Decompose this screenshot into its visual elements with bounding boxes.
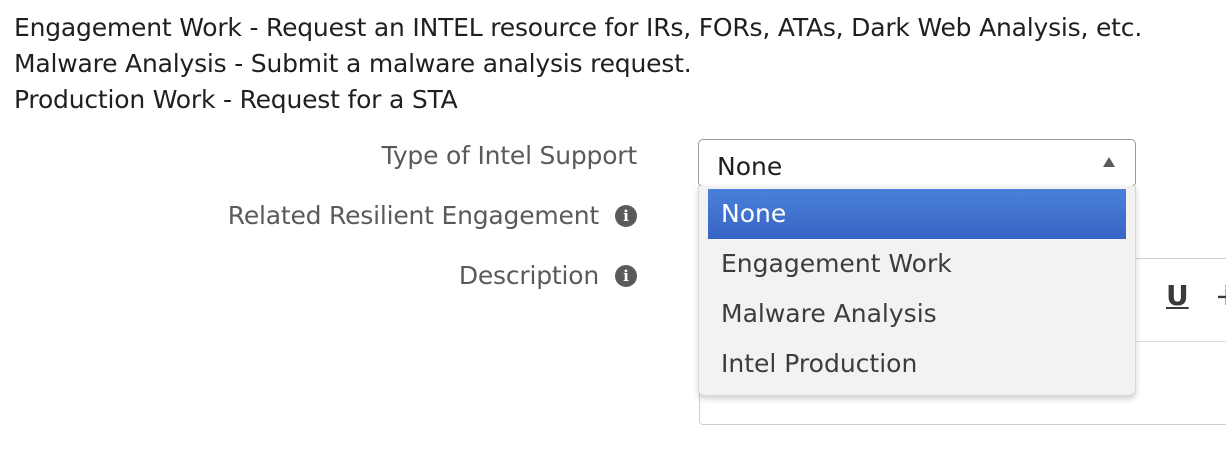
select-current-value: None — [717, 152, 783, 181]
underline-icon[interactable]: U — [1166, 279, 1189, 312]
related-resilient-engagement-label: Related Resilient Engagement — [227, 201, 599, 230]
type-of-intel-support-select[interactable]: None — [698, 139, 1136, 187]
description-label: Description — [458, 261, 599, 290]
form-instructions: Engagement Work - Request an INTEL resou… — [14, 10, 1142, 118]
dropdown-option-none[interactable]: None — [708, 189, 1126, 239]
info-icon[interactable]: i — [615, 265, 637, 287]
dropdown-option-malware-analysis[interactable]: Malware Analysis — [708, 289, 1126, 339]
instruction-malware-analysis: Malware Analysis - Submit a malware anal… — [14, 49, 692, 78]
dropdown-option-intel-production[interactable]: Intel Production — [708, 339, 1126, 389]
strikethrough-icon[interactable]: ∔ — [1215, 279, 1226, 312]
instruction-production-work: Production Work - Request for a STA — [14, 85, 458, 114]
info-icon[interactable]: i — [615, 205, 637, 227]
type-of-intel-support-dropdown: None Engagement Work Malware Analysis In… — [698, 186, 1136, 396]
instruction-engagement-work: Engagement Work - Request an INTEL resou… — [14, 13, 1143, 42]
type-of-intel-support-label: Type of Intel Support — [381, 141, 638, 170]
dropdown-option-engagement-work[interactable]: Engagement Work — [708, 239, 1126, 289]
caret-up-icon — [1103, 157, 1115, 167]
